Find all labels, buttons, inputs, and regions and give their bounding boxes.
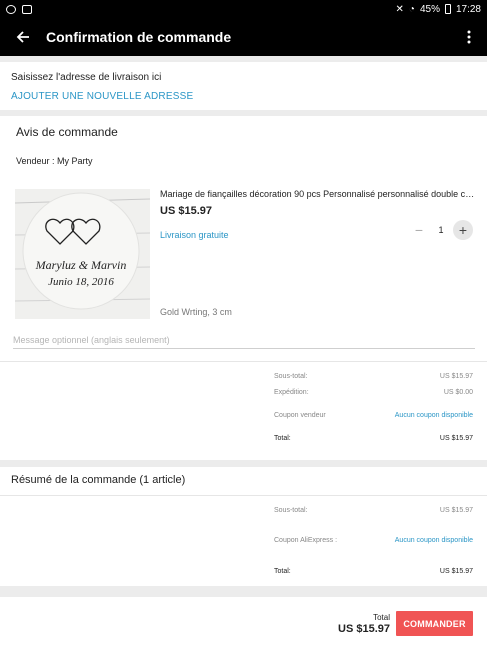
seller-coupon-link[interactable]: Aucun coupon disponible: [395, 412, 473, 419]
battery-icon: [444, 4, 451, 14]
order-heading: Avis de commande: [16, 125, 118, 139]
order-total-label: Total:: [274, 435, 291, 442]
summary-total-value: US $15.97: [439, 568, 473, 575]
summary-subtotal-label: Sous-total:: [274, 507, 308, 514]
product-image[interactable]: Maryluz & Marvin Junio 18, 2016: [15, 189, 150, 319]
decrease-quantity-button[interactable]: −: [409, 220, 429, 240]
minus-icon: −: [414, 222, 424, 238]
subtotal-row: Sous-total: US $15.97: [0, 373, 487, 387]
shipping-address-section: Saisissez l'adresse de livraison ici AJO…: [0, 62, 487, 110]
shipping-cost-value: US $0.00: [443, 389, 473, 396]
plus-icon: +: [458, 222, 468, 238]
page-title: Confirmation de commande: [46, 29, 232, 45]
aliexpress-coupon-row: Coupon AliExpress : Aucun coupon disponi…: [0, 537, 487, 551]
arrow-left-icon: [16, 31, 29, 43]
order-total-row: Total: US $15.97: [0, 435, 487, 449]
status-bar: ✕ ◔ 45% 17:28: [0, 0, 487, 18]
summary-total-row: Total: US $15.97: [0, 568, 487, 582]
vendor-label: Vendeur : My Party: [16, 156, 93, 166]
product-image-date: Junio 18, 2016: [48, 276, 114, 288]
quantity-value: 1: [438, 225, 444, 235]
image-icon: [22, 4, 32, 14]
shipping-cost-label: Expédition:: [274, 389, 309, 396]
add-address-link[interactable]: AJOUTER UNE NOUVELLE ADRESSE: [11, 91, 193, 102]
shipping-label: Livraison gratuite: [160, 230, 229, 240]
seller-coupon-label: Coupon vendeur: [274, 412, 326, 419]
shipping-cost-row: Expédition: US $0.00: [0, 389, 487, 403]
messenger-icon: [6, 4, 16, 14]
wifi-icon: ◔: [408, 3, 415, 15]
order-total-value: US $15.97: [439, 435, 473, 442]
seller-coupon-row: Coupon vendeur Aucun coupon disponible: [0, 412, 487, 426]
seller-message-input[interactable]: Message optionnel (anglais seulement): [13, 330, 475, 349]
increase-quantity-button[interactable]: +: [453, 220, 473, 240]
subtotal-label: Sous-total:: [274, 373, 308, 380]
place-order-button[interactable]: COMMANDER: [396, 611, 473, 636]
order-summary-section: Résumé de la commande (1 article) Sous-t…: [0, 467, 487, 586]
app-bar: Confirmation de commande: [0, 18, 487, 56]
order-section: Avis de commande Vendeur : My Party Mary…: [0, 116, 487, 460]
product-image-name: Maryluz & Marvin: [35, 258, 127, 272]
divider: [0, 495, 487, 496]
summary-heading: Résumé de la commande (1 article): [11, 474, 186, 486]
product-variant: Gold Wrting, 3 cm: [160, 307, 232, 317]
back-button[interactable]: [0, 18, 46, 56]
aliexpress-coupon-link[interactable]: Aucun coupon disponible: [395, 537, 473, 544]
address-hint: Saisissez l'adresse de livraison ici: [11, 72, 162, 83]
summary-total-label: Total:: [274, 568, 291, 575]
subtotal-value: US $15.97: [439, 373, 473, 380]
summary-subtotal-row: Sous-total: US $15.97: [0, 507, 487, 521]
battery-percent: 45%: [419, 3, 440, 15]
checkout-bar: Total US $15.97 COMMANDER: [0, 597, 487, 650]
divider: [0, 361, 487, 362]
footer-total-value: US $15.97: [338, 623, 390, 635]
mute-icon: ✕: [395, 3, 404, 15]
more-vert-icon: [467, 30, 471, 44]
summary-subtotal-value: US $15.97: [439, 507, 473, 514]
quantity-stepper: − 1 +: [409, 220, 473, 240]
product-price: US $15.97: [160, 205, 212, 217]
product-name[interactable]: Mariage de fiançailles décoration 90 pcs…: [160, 189, 475, 199]
clock: 17:28: [455, 3, 481, 15]
footer-total-label: Total: [373, 613, 390, 622]
more-options-button[interactable]: [451, 18, 487, 56]
aliexpress-coupon-label: Coupon AliExpress :: [274, 537, 338, 544]
